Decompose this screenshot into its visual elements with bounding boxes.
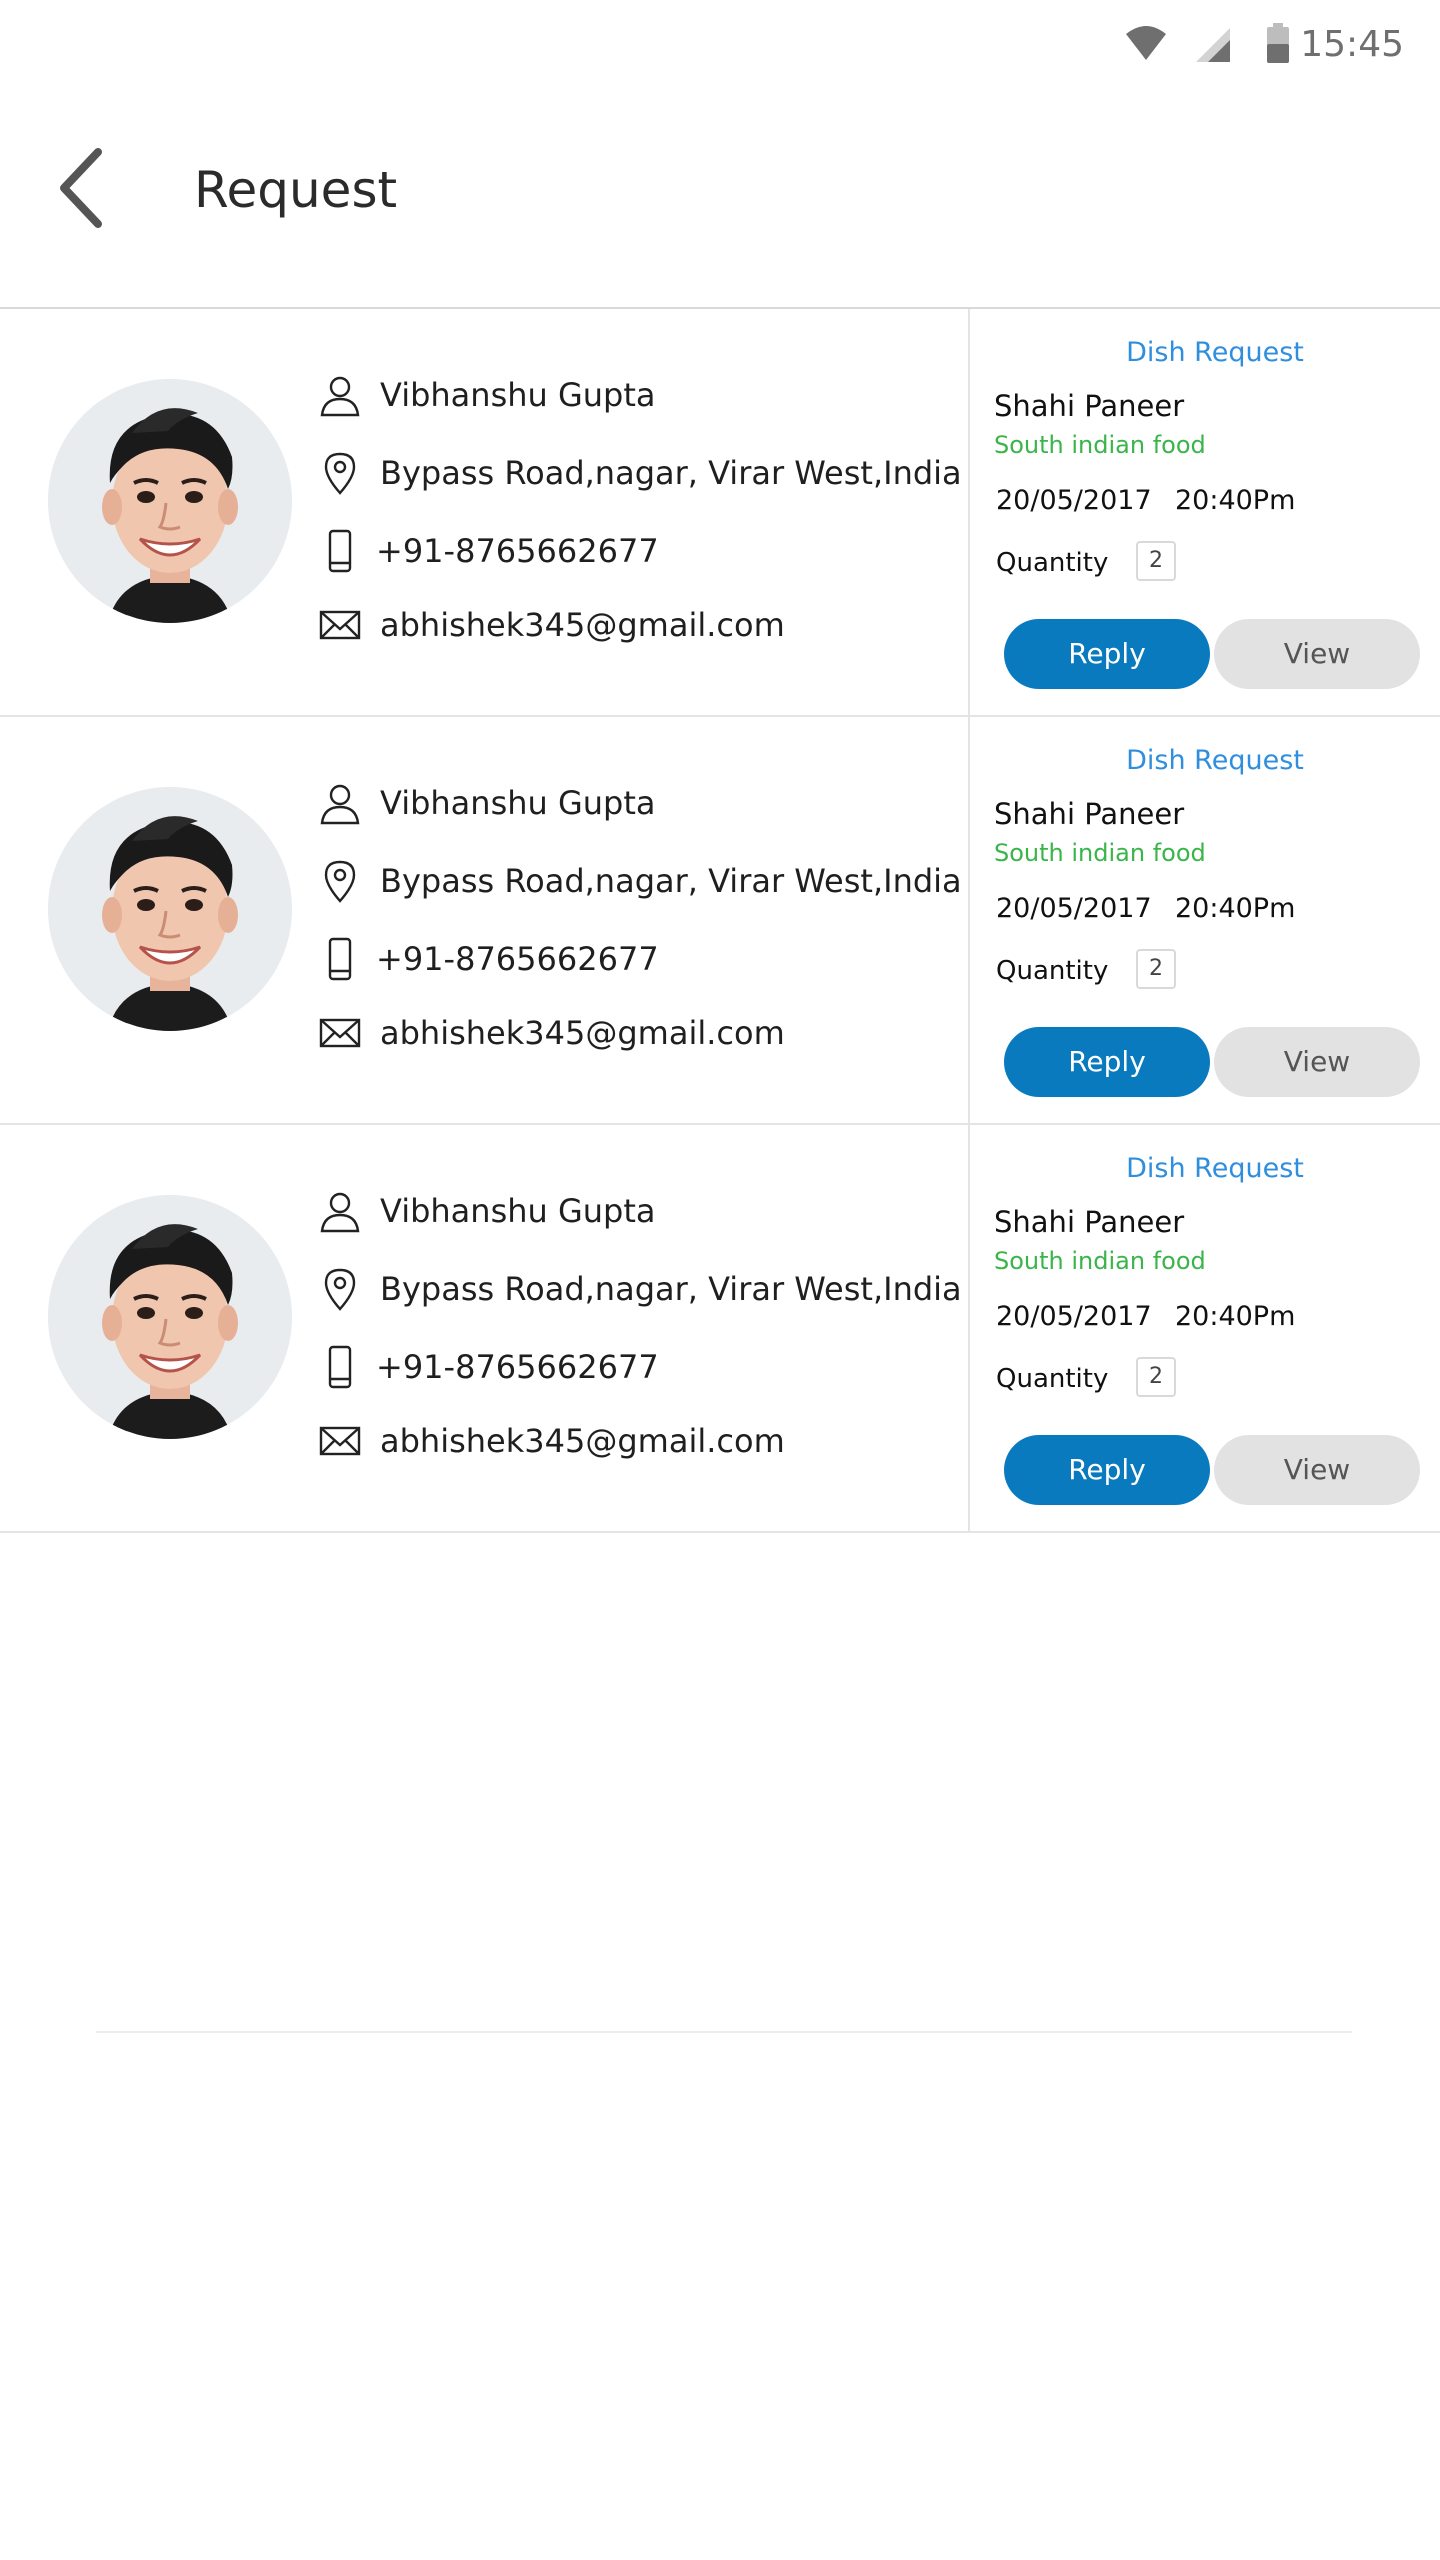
requester-info: Vibhanshu Gupta Bypass Road,nagar, Virar… — [0, 1125, 968, 1531]
name-row: Vibhanshu Gupta — [318, 1183, 958, 1239]
quantity-value: 2 — [1136, 1357, 1176, 1397]
request-date: 20/05/2017 — [996, 893, 1152, 924]
location-pin-icon — [324, 452, 356, 495]
avatar-photo — [48, 787, 292, 1031]
request-time: 20:40Pm — [1175, 485, 1296, 516]
status-bar: 15:45 — [0, 0, 1440, 90]
cuisine-label: South indian food — [994, 839, 1206, 867]
requester-email[interactable]: abhishek345@gmail.com — [380, 605, 785, 645]
request-card: Vibhanshu Gupta Bypass Road,nagar, Virar… — [0, 309, 1440, 717]
name-row: Vibhanshu Gupta — [318, 367, 958, 423]
location-pin-icon — [324, 860, 356, 903]
request-time: 20:40Pm — [1175, 893, 1296, 924]
view-button[interactable]: View — [1214, 1435, 1420, 1505]
requester-name: Vibhanshu Gupta — [380, 1192, 656, 1230]
dish-request-label: Dish Request — [1126, 337, 1304, 368]
reply-button[interactable]: Reply — [1004, 1027, 1210, 1097]
view-button[interactable]: View — [1214, 619, 1420, 689]
address-row: Bypass Road,nagar, Virar West,India — [318, 853, 962, 909]
user-icon — [320, 376, 360, 417]
wifi-icon — [1126, 26, 1166, 60]
dish-details: Dish Request Shahi Paneer South indian f… — [970, 309, 1440, 715]
cuisine-label: South indian food — [994, 431, 1206, 459]
request-time: 20:40Pm — [1175, 1301, 1296, 1332]
request-card: Vibhanshu Gupta Bypass Road,nagar, Virar… — [0, 1125, 1440, 1533]
email-row: abhishek345@gmail.com — [318, 1005, 958, 1061]
requester-info: Vibhanshu Gupta Bypass Road,nagar, Virar… — [0, 309, 968, 715]
avatar-photo — [48, 1195, 292, 1439]
app-bar: Request — [0, 90, 1440, 308]
reply-button[interactable]: Reply — [1004, 1435, 1210, 1505]
page-title: Request — [194, 161, 398, 219]
status-time: 15:45 — [1300, 24, 1404, 65]
back-button[interactable] — [52, 144, 122, 234]
dish-name: Shahi Paneer — [994, 797, 1185, 831]
quantity-label: Quantity — [996, 1364, 1109, 1394]
dish-request-label: Dish Request — [1126, 745, 1304, 776]
requester-email[interactable]: abhishek345@gmail.com — [380, 1013, 785, 1053]
signal-icon — [1196, 28, 1230, 62]
requester-name: Vibhanshu Gupta — [380, 376, 656, 414]
name-row: Vibhanshu Gupta — [318, 775, 958, 831]
bottom-divider — [96, 2031, 1352, 2033]
mobile-phone-icon — [328, 529, 352, 573]
avatar-photo — [48, 379, 292, 623]
phone-row: +91-8765662677 — [318, 523, 958, 579]
requester-phone[interactable]: +91-8765662677 — [376, 531, 659, 571]
email-row: abhishek345@gmail.com — [318, 597, 958, 653]
dish-details: Dish Request Shahi Paneer South indian f… — [970, 717, 1440, 1123]
user-icon — [320, 1192, 360, 1233]
phone-row: +91-8765662677 — [318, 931, 958, 987]
user-icon — [320, 784, 360, 825]
dish-name: Shahi Paneer — [994, 389, 1185, 423]
request-date: 20/05/2017 — [996, 1301, 1152, 1332]
requester-phone[interactable]: +91-8765662677 — [376, 939, 659, 979]
mail-icon — [319, 610, 361, 640]
cuisine-label: South indian food — [994, 1247, 1206, 1275]
back-arrow-icon — [60, 148, 102, 228]
requester-address: Bypass Road,nagar, Virar West,India — [380, 862, 962, 900]
battery-icon — [1267, 23, 1289, 63]
request-date: 20/05/2017 — [996, 485, 1152, 516]
requester-address: Bypass Road,nagar, Virar West,India — [380, 1270, 962, 1308]
quantity-label: Quantity — [996, 548, 1109, 578]
mobile-phone-icon — [328, 1345, 352, 1389]
email-row: abhishek345@gmail.com — [318, 1413, 958, 1469]
dish-request-label: Dish Request — [1126, 1153, 1304, 1184]
mail-icon — [319, 1426, 361, 1456]
address-row: Bypass Road,nagar, Virar West,India — [318, 1261, 962, 1317]
requester-info: Vibhanshu Gupta Bypass Road,nagar, Virar… — [0, 717, 968, 1123]
quantity-value: 2 — [1136, 949, 1176, 989]
phone-row: +91-8765662677 — [318, 1339, 958, 1395]
quantity-label: Quantity — [996, 956, 1109, 986]
dish-details: Dish Request Shahi Paneer South indian f… — [970, 1125, 1440, 1531]
requester-email[interactable]: abhishek345@gmail.com — [380, 1421, 785, 1461]
avatar — [48, 1195, 292, 1439]
avatar — [48, 787, 292, 1031]
reply-button[interactable]: Reply — [1004, 619, 1210, 689]
mail-icon — [319, 1018, 361, 1048]
requester-name: Vibhanshu Gupta — [380, 784, 656, 822]
address-row: Bypass Road,nagar, Virar West,India — [318, 445, 962, 501]
view-button[interactable]: View — [1214, 1027, 1420, 1097]
quantity-value: 2 — [1136, 541, 1176, 581]
requester-address: Bypass Road,nagar, Virar West,India — [380, 454, 962, 492]
avatar — [48, 379, 292, 623]
location-pin-icon — [324, 1268, 356, 1311]
mobile-phone-icon — [328, 937, 352, 981]
request-card: Vibhanshu Gupta Bypass Road,nagar, Virar… — [0, 717, 1440, 1125]
requester-phone[interactable]: +91-8765662677 — [376, 1347, 659, 1387]
dish-name: Shahi Paneer — [994, 1205, 1185, 1239]
